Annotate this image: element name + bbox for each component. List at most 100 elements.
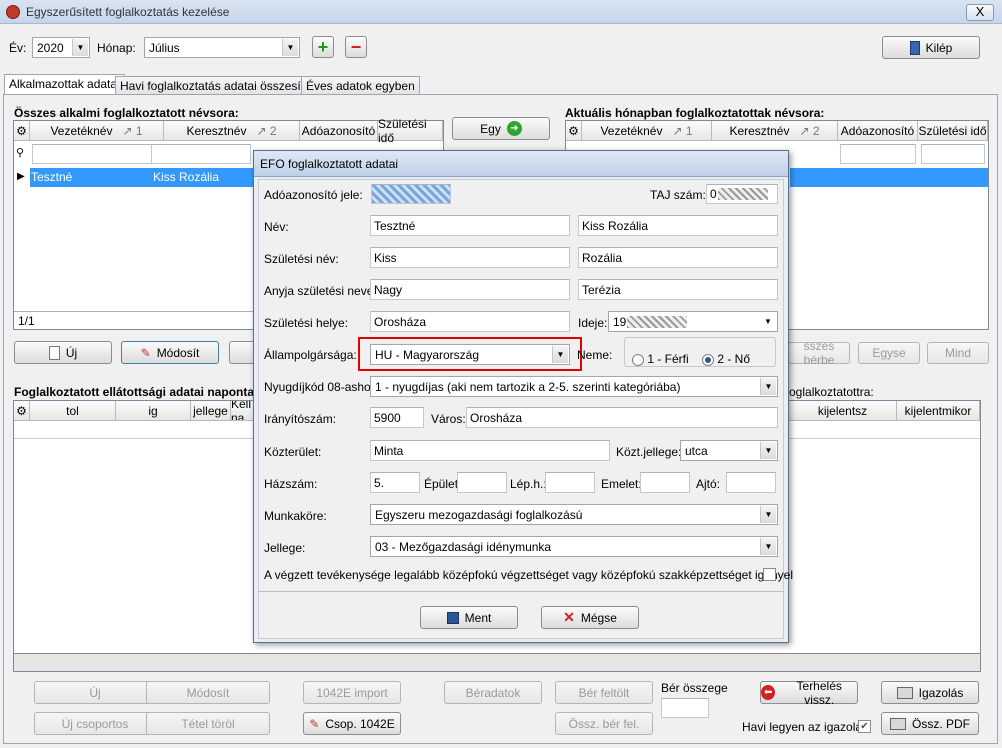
salary-data-button[interactable]: Béradatok xyxy=(444,681,542,704)
remove-month-button[interactable]: − xyxy=(345,36,367,58)
add-month-button[interactable]: + xyxy=(312,36,334,58)
delete-item-button[interactable]: Tétel töröl xyxy=(146,712,270,735)
close-button[interactable]: X xyxy=(966,4,994,21)
building-field[interactable] xyxy=(457,472,507,493)
type-select[interactable]: 03 - Mezőgazdasági idénymunka ▼ xyxy=(370,536,778,557)
add-one-button[interactable]: Egy ➜ xyxy=(452,117,550,140)
birthplace-field[interactable]: Orosháza xyxy=(370,311,570,332)
birth-last-field[interactable]: Kiss xyxy=(370,247,570,268)
grid-settings-icon[interactable]: ⚙ xyxy=(566,121,582,141)
modify-employee-button[interactable]: ✎ Módosít xyxy=(121,341,219,364)
sex-female-option[interactable]: 2 - Nő xyxy=(702,352,750,366)
col-firstname[interactable]: Keresztnév ↗ 2 xyxy=(164,121,300,141)
col-kell[interactable]: Kell na xyxy=(231,401,255,421)
tax-id-field[interactable] xyxy=(371,184,451,204)
new-group-button[interactable]: Új csoportos xyxy=(34,712,156,735)
add-one-label: Egy xyxy=(480,121,501,136)
filter-birthdate[interactable] xyxy=(921,144,985,164)
mother-name-label: Anyja születési neve: xyxy=(264,284,377,298)
col-birthdate[interactable]: Születési idő xyxy=(378,117,443,145)
type-value: 03 - Mezőgazdasági idénymunka xyxy=(375,539,552,554)
save-button[interactable]: Ment xyxy=(420,606,518,629)
sum-pdf-button[interactable]: Össz. PDF xyxy=(881,712,979,735)
door-field[interactable] xyxy=(726,472,776,493)
street-field[interactable]: Minta xyxy=(370,440,610,461)
chevron-down-icon: ▼ xyxy=(760,506,776,523)
chevron-down-icon: ▼ xyxy=(760,442,776,459)
load-back-button[interactable]: ⬅ Terhelés vissz. xyxy=(760,679,858,707)
citizenship-label: Állampolgársága: xyxy=(264,348,357,362)
zip-field[interactable]: 5900 xyxy=(370,407,424,428)
floor-field[interactable] xyxy=(640,472,690,493)
zip-label: Irányítószám: xyxy=(264,412,337,426)
radio-female[interactable] xyxy=(702,353,714,366)
arrow-right-icon: ➜ xyxy=(506,121,522,136)
certificate-button[interactable]: Igazolás xyxy=(881,681,979,704)
job-label: Munkaköre: xyxy=(264,509,327,523)
filter-lastname[interactable] xyxy=(32,144,162,164)
new-employee-button[interactable]: Új xyxy=(14,341,112,364)
house-field[interactable]: 5. xyxy=(370,472,420,493)
birthdate-picker[interactable]: 19 ▼ xyxy=(608,311,778,332)
grid-settings-icon[interactable]: ⚙ xyxy=(14,401,30,421)
col-birthdate[interactable]: Születési idő xyxy=(918,121,988,141)
bottom-new-button[interactable]: Új xyxy=(34,681,156,704)
col-lastname[interactable]: Vezetéknév ↗ 1 xyxy=(30,121,164,141)
bottom-modify-button[interactable]: Módosít xyxy=(146,681,270,704)
year-select[interactable]: 2020 ▼ xyxy=(32,37,90,58)
taj-label: TAJ szám: xyxy=(650,188,706,202)
group-1042e-button[interactable]: ✎ Csop. 1042E xyxy=(303,712,401,735)
col-ig[interactable]: ig xyxy=(116,401,191,421)
education-checkbox[interactable] xyxy=(763,568,776,581)
monthly-cert-checkbox[interactable]: ✔ xyxy=(858,720,871,733)
import-1042e-button[interactable]: 1042E import xyxy=(303,681,401,704)
col-lastname[interactable]: Vezetéknév ↗ 1 xyxy=(582,121,712,141)
education-label: A végzett tevékenysége legalább középfok… xyxy=(264,568,794,582)
tab-monthly-summary[interactable]: Havi foglalkoztatás adatai összesítve xyxy=(115,76,322,95)
job-select[interactable]: Egyszeru mezogazdasági foglalkozású ▼ xyxy=(370,504,778,525)
exit-label: Kilép xyxy=(925,40,953,55)
sort-2-icon: ↗ 2 xyxy=(256,123,277,138)
name-first-field[interactable]: Kiss Rozália xyxy=(578,215,778,236)
citizenship-select[interactable]: HU - Magyarország ▼ xyxy=(370,344,570,365)
col-taxid[interactable]: Adóazonosító xyxy=(300,121,378,141)
pension-select[interactable]: 1 - nyugdíjas (aki nem tartozik a 2-5. s… xyxy=(370,376,778,397)
cancel-button[interactable]: ✕ Mégse xyxy=(541,606,639,629)
group-1042e-label: Csop. 1042E xyxy=(325,716,395,731)
table-row[interactable] xyxy=(790,168,988,187)
name-last-field[interactable]: Tesztné xyxy=(370,215,570,236)
mother-last-field[interactable]: Nagy xyxy=(370,279,570,300)
row-lastname: Tesztné xyxy=(31,170,73,184)
stair-field[interactable] xyxy=(545,472,595,493)
col-taxid[interactable]: Adóazonosító xyxy=(838,121,918,141)
exit-button[interactable]: Kilép xyxy=(882,36,980,59)
birth-first-field[interactable]: Rozália xyxy=(578,247,778,268)
radio-male[interactable] xyxy=(632,353,644,366)
city-field[interactable]: Orosháza xyxy=(466,407,778,428)
col-kijelentsz[interactable]: kijelentsz xyxy=(789,401,897,421)
col-kijelentmikor[interactable]: kijelentmikor xyxy=(897,401,980,421)
mother-first-field[interactable]: Terézia xyxy=(578,279,778,300)
right-subtitle: oglalkoztatottra: xyxy=(789,385,874,399)
job-value: Egyszeru mezogazdasági foglalkozású xyxy=(375,507,583,522)
street-type-label: Közt.jellege: xyxy=(616,445,682,459)
month-label: Hónap: xyxy=(97,41,136,55)
all-button[interactable]: Mind xyxy=(927,342,989,364)
col-tol[interactable]: tol xyxy=(30,401,116,421)
salary-sum-field[interactable] xyxy=(661,698,709,718)
col-firstname[interactable]: Keresztnév ↗ 2 xyxy=(712,121,838,141)
hire-all-button[interactable]: sszes bérbe xyxy=(788,339,850,367)
tab-employees[interactable]: Alkalmazottak adatai xyxy=(4,74,125,95)
salary-upload-button[interactable]: Bér feltölt xyxy=(555,681,653,704)
sum-salary-button[interactable]: Össz. bér fel. xyxy=(555,712,653,735)
tab-yearly[interactable]: Éves adatok egyben xyxy=(301,76,420,95)
single-button[interactable]: Egyse xyxy=(858,342,920,364)
filter-firstname[interactable] xyxy=(151,144,251,164)
street-type-select[interactable]: utca ▼ xyxy=(680,440,778,461)
col-jellege[interactable]: jellege xyxy=(191,401,231,421)
filter-taxid[interactable] xyxy=(840,144,916,164)
grid-settings-icon[interactable]: ⚙ xyxy=(14,121,30,141)
month-select[interactable]: Július ▼ xyxy=(144,37,300,58)
taj-field[interactable]: 0 xyxy=(706,184,778,204)
sex-male-option[interactable]: 1 - Férfi xyxy=(632,352,689,366)
